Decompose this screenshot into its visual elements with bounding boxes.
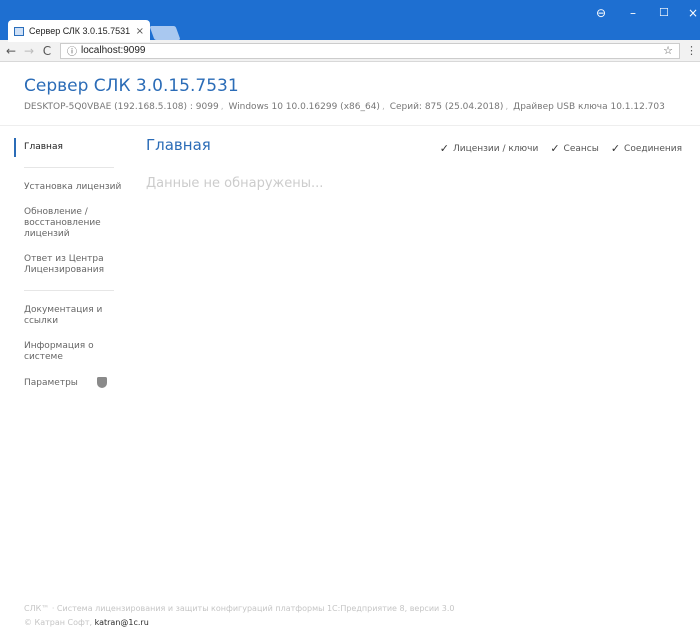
sidebar-item-parameters[interactable]: Параметры xyxy=(14,373,124,393)
checkmark-icon: ✓ xyxy=(439,142,449,155)
filter-connections-checkbox[interactable]: ✓ Соединения xyxy=(611,142,682,155)
back-arrow-icon[interactable]: ← xyxy=(6,44,16,58)
tab-title: Сервер СЛК 3.0.15.7531 xyxy=(29,26,131,36)
sidebar-item-documentation[interactable]: Документация и ссылки xyxy=(14,301,124,331)
filter-licenses-checkbox[interactable]: ✓ Лицензии / ключи xyxy=(440,142,539,155)
server-driver: Драйвер USB ключа 10.1.12.703 xyxy=(513,102,665,112)
sidebar-item-update-licenses[interactable]: Обновление / восстановление лицензий xyxy=(14,203,124,244)
footer-copyright: © Катран Софт, katran@1c.ru xyxy=(24,618,149,627)
sidebar-item-system-info[interactable]: Информация о системе xyxy=(14,337,124,367)
tab-close-icon[interactable]: × xyxy=(136,26,144,37)
server-host: DESKTOP-5Q0VBAE (192.168.5.108) : 9099 xyxy=(24,102,219,112)
minimize-icon[interactable]: – xyxy=(630,6,636,20)
page-header: Сервер СЛК 3.0.15.7531 DESKTOP-5Q0VBAE (… xyxy=(0,62,700,126)
profile-icon[interactable]: ⊖ xyxy=(596,6,606,20)
empty-state-message: Данные не обнаружены... xyxy=(146,176,324,191)
url-text: localhost:9099 xyxy=(81,45,146,56)
page-title: Сервер СЛК 3.0.15.7531 xyxy=(24,76,239,96)
browser-menu-icon[interactable]: ⋮ xyxy=(686,44,697,57)
info-icon[interactable]: ⓘ xyxy=(67,43,77,58)
sidebar-divider xyxy=(24,167,114,168)
footer-email-link[interactable]: katran@1c.ru xyxy=(95,618,149,627)
sidebar-divider xyxy=(24,290,114,291)
shield-icon xyxy=(96,377,107,388)
footer-description: СЛК™ · Система лицензирования и защиты к… xyxy=(24,604,455,613)
sidebar-item-license-center-response[interactable]: Ответ из Центра Лицензирования xyxy=(14,250,124,280)
filter-sessions-checkbox[interactable]: ✓ Сеансы xyxy=(550,142,599,155)
url-input[interactable]: ⓘ localhost:9099 ☆ xyxy=(60,42,680,59)
filter-checkboxes: ✓ Лицензии / ключи ✓ Сеансы ✓ Соединения xyxy=(440,142,682,155)
sidebar-item-label: Параметры xyxy=(24,378,78,388)
address-bar: ← → C ⓘ localhost:9099 ☆ ⋮ xyxy=(0,40,700,62)
content-layout: Главная Установка лицензий Обновление / … xyxy=(0,126,700,602)
close-window-icon[interactable]: × xyxy=(688,6,698,20)
favicon-icon xyxy=(14,26,24,36)
server-info: DESKTOP-5Q0VBAE (192.168.5.108) : 9099, … xyxy=(24,102,665,112)
server-series: Серий: 875 (25.04.2018) xyxy=(389,102,504,112)
sidebar: Главная Установка лицензий Обновление / … xyxy=(14,138,124,393)
checkmark-icon: ✓ xyxy=(550,142,560,155)
maximize-icon[interactable]: ☐ xyxy=(659,6,669,19)
forward-arrow-icon[interactable]: → xyxy=(24,44,34,58)
footer: СЛК™ · Система лицензирования и защиты к… xyxy=(24,602,454,630)
sidebar-item-home[interactable]: Главная xyxy=(14,138,124,157)
sidebar-item-install-licenses[interactable]: Установка лицензий xyxy=(14,178,124,197)
server-os: Windows 10 10.0.16299 (x86_64) xyxy=(228,102,380,112)
bookmark-star-icon[interactable]: ☆ xyxy=(663,44,673,57)
browser-tab[interactable]: Сервер СЛК 3.0.15.7531 × xyxy=(8,20,150,42)
new-tab-button[interactable] xyxy=(149,26,181,40)
checkmark-icon: ✓ xyxy=(610,142,621,155)
reload-icon[interactable]: C xyxy=(42,44,52,58)
browser-titlebar: Сервер СЛК 3.0.15.7531 × ⊖ – ☐ × xyxy=(0,0,700,42)
main-content: Главная ✓ Лицензии / ключи ✓ Сеансы ✓ Со… xyxy=(146,136,682,191)
